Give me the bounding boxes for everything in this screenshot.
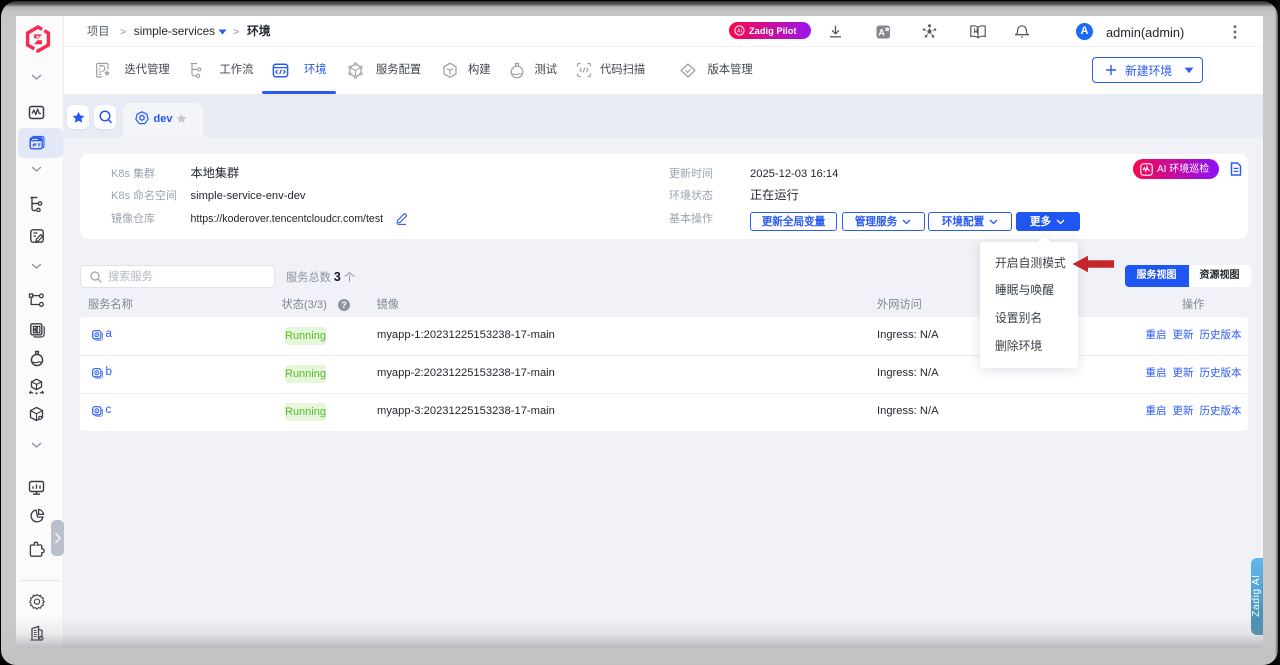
svg-text:A: A [878, 27, 885, 37]
svg-text:AI: AI [737, 29, 743, 35]
